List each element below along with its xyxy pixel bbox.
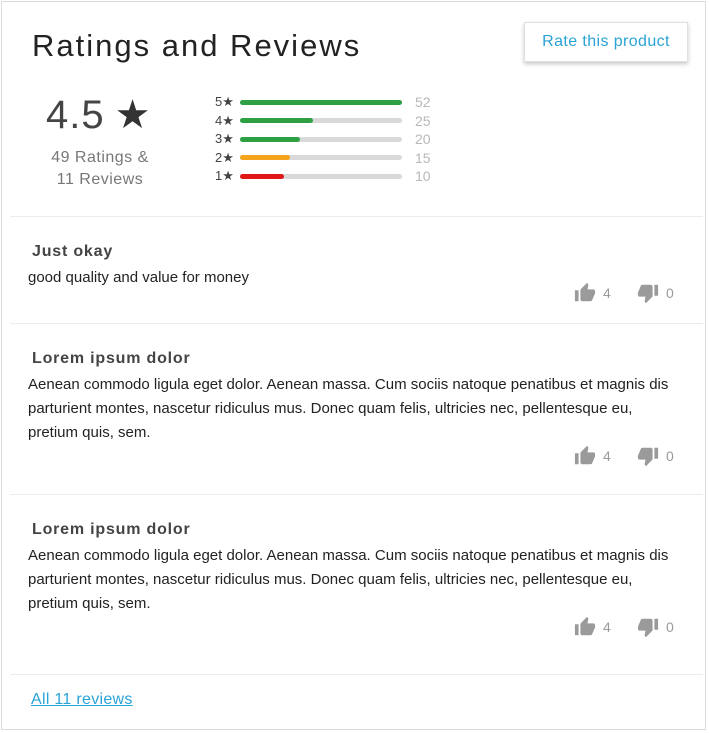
distribution-track: [240, 173, 402, 179]
average-rating-value: 4.5: [46, 92, 105, 137]
rating-distribution: 5★ 52 4★ 25 3★ 20 2★ 15 1★ 10: [212, 93, 455, 186]
distribution-fill: [240, 99, 402, 105]
upvote-count: 4: [603, 619, 611, 635]
all-reviews-link[interactable]: All 11 reviews: [31, 691, 133, 709]
distribution-count: 20: [415, 131, 431, 148]
rating-counts: 49 Ratings & 11 Reviews: [20, 147, 180, 191]
distribution-row-5: 5★ 52: [212, 93, 455, 112]
distribution-track: [240, 99, 402, 105]
distribution-label: 1★: [215, 168, 234, 184]
thumbs-down-icon: [637, 618, 659, 638]
distribution-track: [240, 118, 402, 124]
distribution-label: 5★: [215, 94, 234, 110]
thumbs-up-button[interactable]: 4: [574, 616, 617, 638]
divider: [10, 323, 703, 324]
review-votes: 4 0: [574, 616, 680, 638]
distribution-row-4: 4★ 25: [212, 112, 455, 131]
thumbs-up-button[interactable]: 4: [574, 445, 617, 467]
review-title: Just okay: [32, 243, 114, 260]
review-votes: 4 0: [574, 445, 680, 467]
review-body: Aenean commodo ligula eget dolor. Aenean…: [28, 547, 669, 612]
thumbs-down-button[interactable]: 0: [637, 445, 680, 467]
downvote-count: 0: [666, 448, 674, 464]
rate-product-button[interactable]: Rate this product: [524, 22, 688, 62]
thumbs-up-icon: [574, 616, 596, 636]
thumbs-up-icon: [574, 282, 596, 302]
distribution-label: 3★: [215, 131, 234, 147]
ratings-card: Ratings and Reviews Rate this product 4.…: [1, 1, 706, 730]
thumbs-up-icon: [574, 445, 596, 465]
divider: [10, 216, 703, 217]
distribution-row-2: 2★ 15: [212, 149, 455, 168]
divider: [10, 674, 703, 675]
distribution-label: 2★: [215, 149, 234, 165]
review-title: Lorem ipsum dolor: [32, 350, 191, 367]
review-item: Just okay good quality and value for mon…: [28, 241, 680, 305]
distribution-fill: [240, 173, 284, 179]
distribution-track: [240, 136, 402, 142]
thumbs-up-button[interactable]: 4: [574, 282, 617, 304]
distribution-count: 25: [415, 112, 431, 129]
average-rating: 4.5 ★: [46, 90, 150, 140]
upvote-count: 4: [603, 285, 611, 301]
thumbs-down-icon: [637, 447, 659, 467]
divider: [10, 494, 703, 495]
distribution-row-1: 1★ 10: [212, 167, 455, 186]
distribution-count: 15: [415, 149, 431, 166]
downvote-count: 0: [666, 285, 674, 301]
distribution-fill: [240, 155, 291, 161]
star-icon: ★: [114, 93, 151, 137]
distribution-row-3: 3★ 20: [212, 130, 455, 149]
distribution-count: 10: [415, 168, 431, 185]
distribution-label: 4★: [215, 112, 234, 128]
review-votes: 4 0: [574, 282, 680, 304]
thumbs-down-icon: [637, 284, 659, 304]
thumbs-down-button[interactable]: 0: [637, 616, 680, 638]
upvote-count: 4: [603, 448, 611, 464]
downvote-count: 0: [666, 619, 674, 635]
ratings-count-text: 49 Ratings &: [51, 149, 149, 166]
review-item: Lorem ipsum dolor Aenean commodo ligula …: [28, 519, 680, 647]
review-body: Aenean commodo ligula eget dolor. Aenean…: [28, 376, 669, 441]
distribution-fill: [240, 136, 300, 142]
distribution-count: 52: [415, 94, 431, 111]
thumbs-down-button[interactable]: 0: [637, 282, 680, 304]
distribution-fill: [240, 118, 313, 124]
review-title: Lorem ipsum dolor: [32, 521, 191, 538]
reviews-count-text: 11 Reviews: [56, 171, 144, 188]
page-title: Ratings and Reviews: [32, 28, 362, 63]
distribution-track: [240, 155, 402, 161]
review-item: Lorem ipsum dolor Aenean commodo ligula …: [28, 348, 680, 476]
